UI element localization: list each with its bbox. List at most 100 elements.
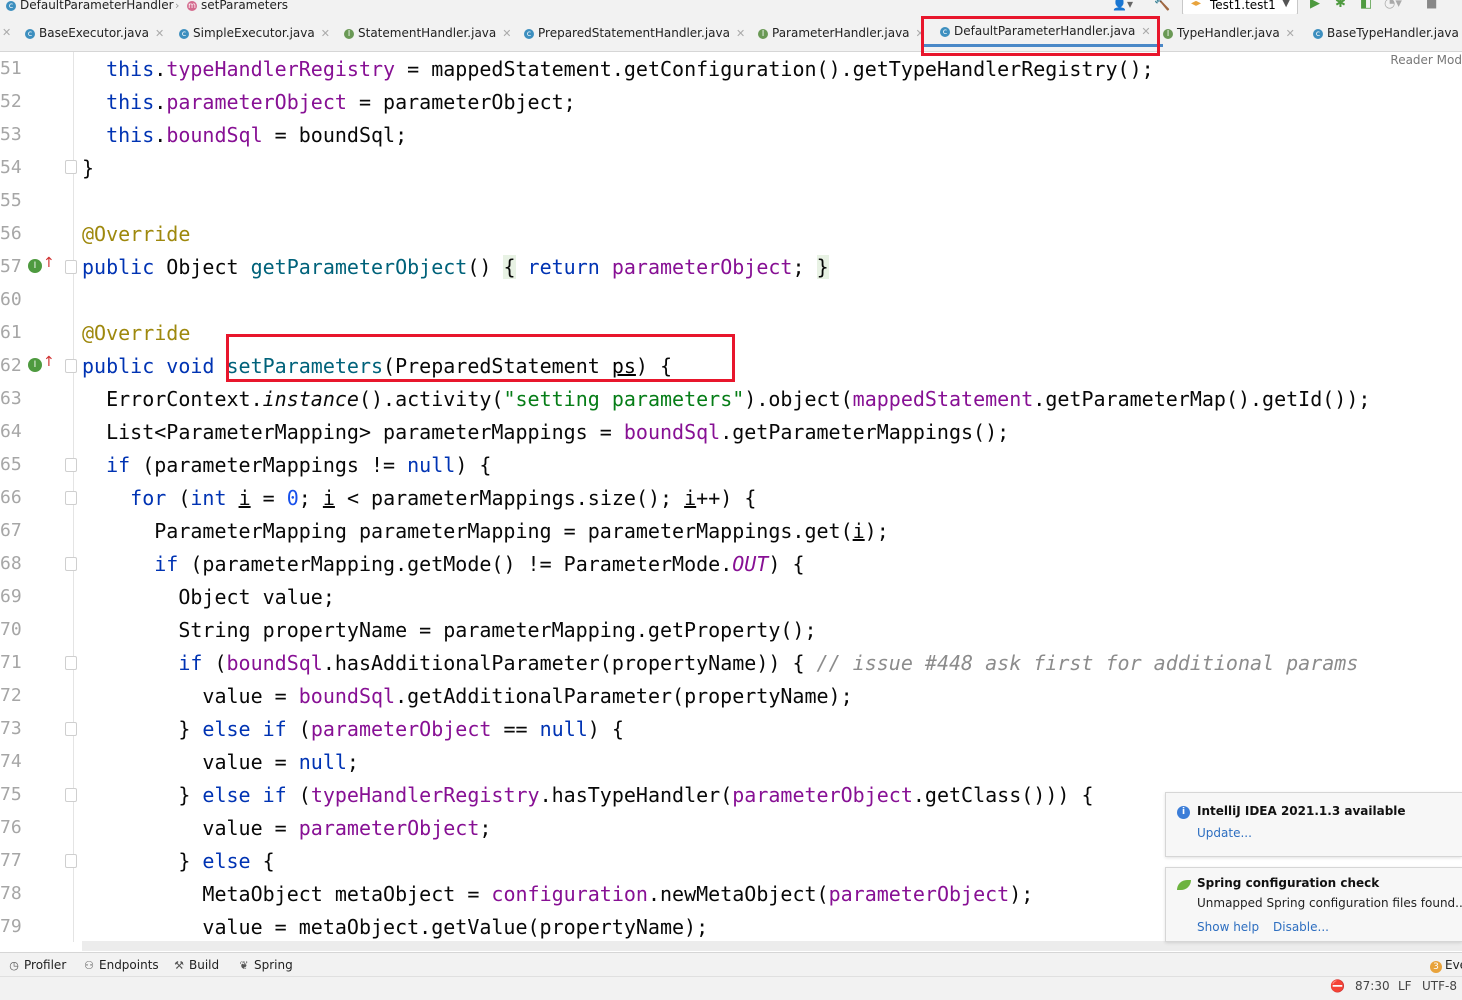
highlight-box-active-tab — [921, 16, 1160, 56]
code-line[interactable]: String propertyName = parameterMapping.g… — [82, 618, 816, 642]
fold-marker-icon[interactable] — [65, 854, 77, 868]
notification-update: i IntelliJ IDEA 2021.1.3 available Updat… — [1165, 792, 1462, 857]
update-link[interactable]: Update... — [1197, 826, 1252, 840]
profile-icon[interactable]: ◔▾ — [1384, 0, 1402, 11]
show-help-link[interactable]: Show help — [1197, 920, 1259, 934]
close-icon[interactable]: ✕ — [1286, 27, 1295, 40]
breadcrumb-item-method[interactable]: m setParameters — [187, 0, 288, 12]
fold-marker-icon[interactable] — [65, 788, 77, 802]
disable-link[interactable]: Disable... — [1273, 920, 1329, 934]
code-line[interactable]: Object value; — [82, 585, 335, 609]
line-number: 53 — [0, 124, 22, 145]
close-icon[interactable]: ✕ — [155, 27, 164, 40]
tool-spring[interactable]: ❦ Spring — [238, 958, 292, 972]
class-icon: c — [1313, 28, 1323, 39]
interface-icon: I — [344, 28, 354, 39]
code-line[interactable]: } else { — [82, 849, 274, 873]
tool-endpoints[interactable]: ⚇ Endpoints — [83, 958, 159, 972]
code-line[interactable]: value = boundSql.getAdditionalParameter(… — [82, 684, 852, 708]
implements-method-icon[interactable]: I — [28, 259, 42, 273]
tab-simple-executor[interactable]: c SimpleExecutor.java ✕ — [179, 26, 330, 46]
code-line[interactable]: public Object getParameterObject() { ret… — [82, 255, 829, 279]
spring-leaf-icon: ❦ — [239, 959, 249, 972]
go-to-super-arrow-icon[interactable]: ↑ — [43, 255, 55, 271]
fold-marker-icon[interactable] — [65, 722, 77, 736]
interface-icon: I — [1163, 28, 1173, 39]
code-line[interactable]: this.typeHandlerRegistry = mappedStateme… — [82, 57, 1154, 81]
stop-icon[interactable]: ■ — [1426, 0, 1437, 10]
class-icon: c — [179, 28, 189, 39]
tab-prepared-statement-handler[interactable]: c PreparedStatementHandler.java ✕ — [524, 26, 745, 46]
user-icon[interactable]: 👤▾ — [1112, 0, 1133, 11]
code-line[interactable]: } else if (parameterObject == null) { — [82, 717, 624, 741]
highlight-box-method-signature — [226, 334, 735, 382]
code-line[interactable]: value = parameterObject; — [82, 816, 491, 840]
hammer-icon: ⚒ — [174, 959, 184, 972]
code-line[interactable]: List<ParameterMapping> parameterMappings… — [82, 420, 1009, 444]
debug-icon[interactable]: ✱ — [1335, 0, 1346, 11]
tool-build[interactable]: ⚒ Build — [173, 958, 219, 972]
code-line[interactable]: if (parameterMappings != null) { — [82, 453, 491, 477]
implements-method-icon[interactable]: I — [28, 358, 42, 372]
code-line[interactable]: if (boundSql.hasAdditionalParameter(prop… — [82, 651, 1358, 675]
line-number: 72 — [0, 685, 22, 706]
code-line[interactable]: this.boundSql = boundSql; — [82, 123, 407, 147]
run-icon[interactable]: ▶ — [1310, 0, 1320, 11]
run-configuration-select[interactable]: ◂▸ Test1.test1 ▼ — [1182, 0, 1298, 14]
tab-type-handler[interactable]: I TypeHandler.java ✕ — [1163, 26, 1295, 46]
breadcrumb-separator-icon: › — [175, 0, 180, 12]
error-indicator-icon[interactable]: ⛔ — [1330, 979, 1345, 993]
code-line[interactable]: } else if (typeHandlerRegistry.hasTypeHa… — [82, 783, 1093, 807]
close-icon[interactable]: ✕ — [736, 27, 745, 40]
breadcrumb-item-class[interactable]: c DefaultParameterHandler — [6, 0, 174, 12]
line-number: 75 — [0, 784, 22, 805]
tab-base-type-handler[interactable]: c BaseTypeHandler.java — [1313, 26, 1459, 46]
code-line[interactable]: value = null; — [82, 750, 359, 774]
file-encoding[interactable]: UTF-8 — [1422, 979, 1457, 993]
line-number: 65 — [0, 454, 22, 475]
go-to-super-arrow-icon[interactable]: ↑ — [43, 354, 55, 370]
line-number-gutter: 51 52 53 54 55 56 57 60 61 62 63 64 65 6… — [0, 52, 77, 942]
horizontal-scrollbar[interactable] — [82, 941, 1462, 951]
close-icon[interactable]: ✕ — [502, 27, 511, 40]
code-line[interactable]: @Override — [82, 321, 190, 345]
reader-mode-toggle[interactable]: Reader Mod — [1390, 53, 1462, 67]
code-line[interactable]: value = metaObject.getValue(propertyName… — [82, 915, 708, 939]
code-line[interactable]: MetaObject metaObject = configuration.ne… — [82, 882, 1033, 906]
close-icon[interactable]: ✕ — [2, 26, 11, 39]
tab-parameter-handler[interactable]: I ParameterHandler.java ✕ — [758, 26, 925, 46]
fold-marker-icon[interactable] — [65, 557, 77, 571]
class-icon: c — [25, 28, 35, 39]
line-number: 60 — [0, 289, 22, 310]
event-count-badge: 3 — [1430, 961, 1442, 973]
line-number: 51 — [0, 58, 22, 79]
code-line[interactable]: if (parameterMapping.getMode() != Parame… — [82, 552, 804, 576]
code-line[interactable]: ParameterMapping parameterMapping = para… — [82, 519, 889, 543]
line-separator[interactable]: LF — [1398, 979, 1412, 993]
fold-marker-icon[interactable] — [65, 656, 77, 670]
coverage-icon[interactable]: ◧ — [1360, 0, 1372, 11]
fold-marker-icon[interactable] — [65, 491, 77, 505]
line-number: 77 — [0, 850, 22, 871]
line-number: 57 — [0, 256, 22, 277]
spring-leaf-icon — [1177, 880, 1191, 890]
code-line[interactable]: for (int i = 0; i < parameterMappings.si… — [82, 486, 756, 510]
close-icon[interactable]: ✕ — [321, 27, 330, 40]
tab-base-executor[interactable]: c BaseExecutor.java ✕ — [25, 26, 164, 46]
code-line[interactable]: @Override — [82, 222, 190, 246]
hammer-build-icon[interactable]: 🔨 — [1154, 0, 1170, 12]
code-line[interactable]: } — [82, 156, 94, 180]
fold-expand-icon[interactable] — [65, 260, 77, 274]
tab-statement-handler[interactable]: I StatementHandler.java ✕ — [344, 26, 511, 46]
tool-event-log[interactable]: 3Eve — [1430, 958, 1462, 973]
fold-marker-icon[interactable] — [65, 160, 77, 174]
fold-marker-icon[interactable] — [65, 458, 77, 472]
line-number: 63 — [0, 388, 22, 409]
cursor-position[interactable]: 87:30 — [1355, 979, 1390, 993]
fold-marker-icon[interactable] — [65, 359, 77, 373]
code-line[interactable]: ErrorContext.instance().activity("settin… — [82, 387, 1370, 411]
code-line[interactable]: this.parameterObject = parameterObject; — [82, 90, 576, 114]
tool-profiler[interactable]: ◷ Profiler — [8, 958, 66, 972]
class-icon: c — [6, 0, 16, 11]
line-number: 68 — [0, 553, 22, 574]
